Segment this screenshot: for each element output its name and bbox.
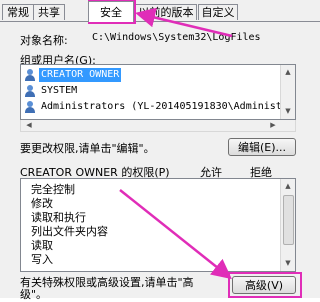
arrow-to-advanced-button [119, 189, 232, 280]
arrow-to-security-tab [135, 7, 233, 38]
annotation-arrows [119, 7, 233, 280]
tab-security[interactable]: 安全 [88, 1, 134, 22]
properties-dialog: 常规 共享 安全 以前的版本 自定义 对象名称: C:\Windows\Syst… [0, 0, 320, 301]
